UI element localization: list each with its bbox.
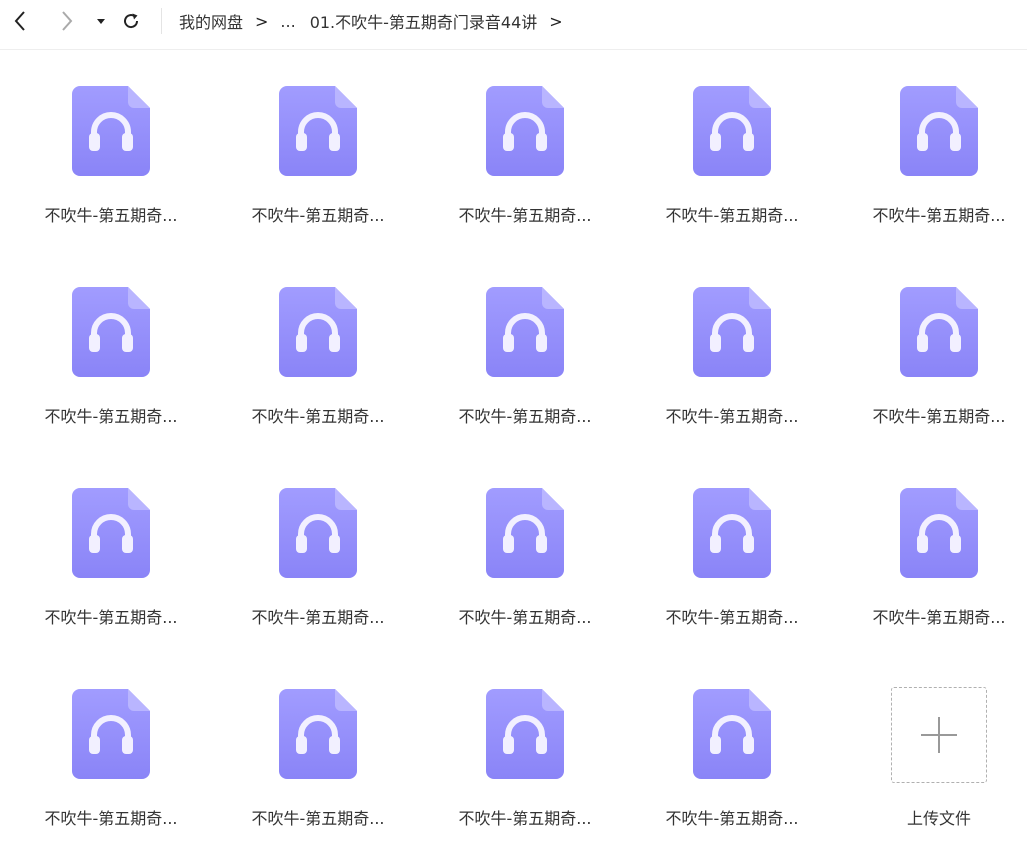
file-item[interactable]: 不吹牛-第五期奇...: [637, 452, 827, 632]
file-name: 不吹牛-第五期奇...: [251, 407, 385, 426]
audio-file-icon: [693, 86, 771, 176]
audio-file-icon: [72, 287, 150, 377]
file-name: 不吹牛-第五期奇...: [44, 809, 178, 828]
file-name: 不吹牛-第五期奇...: [458, 608, 592, 627]
chevron-left-icon: [14, 11, 25, 31]
upload-label: 上传文件: [906, 809, 971, 828]
breadcrumb-ellipsis[interactable]: ...: [280, 12, 295, 31]
audio-file-icon: [72, 488, 150, 578]
audio-file-icon: [486, 287, 564, 377]
file-item[interactable]: 不吹牛-第五期奇...: [16, 50, 206, 230]
audio-file-icon: [486, 488, 564, 578]
file-item[interactable]: 不吹牛-第五期奇...: [844, 50, 1027, 230]
file-name: 不吹牛-第五期奇...: [44, 407, 178, 426]
file-item[interactable]: 不吹牛-第五期奇...: [430, 653, 620, 833]
file-item[interactable]: 不吹牛-第五期奇...: [223, 50, 413, 230]
audio-file-icon: [693, 689, 771, 779]
file-name: 不吹牛-第五期奇...: [665, 407, 799, 426]
file-item[interactable]: 不吹牛-第五期奇...: [223, 452, 413, 632]
file-name: 不吹牛-第五期奇...: [458, 809, 592, 828]
audio-file-icon: [279, 488, 357, 578]
file-item[interactable]: 不吹牛-第五期奇...: [16, 653, 206, 833]
file-item[interactable]: 不吹牛-第五期奇...: [844, 452, 1027, 632]
audio-file-icon: [486, 86, 564, 176]
upload-button[interactable]: [891, 687, 987, 783]
audio-file-icon: [72, 689, 150, 779]
refresh-button[interactable]: [119, 8, 143, 34]
caret-down-icon: [97, 19, 105, 24]
audio-file-icon: [279, 86, 357, 176]
file-name: 不吹牛-第五期奇...: [665, 809, 799, 828]
audio-file-icon: [72, 86, 150, 176]
breadcrumb-separator: >: [255, 11, 269, 31]
toolbar-divider: [161, 8, 162, 34]
history-dropdown-button[interactable]: [89, 8, 113, 34]
file-name: 不吹牛-第五期奇...: [251, 809, 385, 828]
breadcrumb-separator: >: [549, 11, 563, 31]
audio-file-icon: [900, 86, 978, 176]
upload-file-item[interactable]: 上传文件: [844, 653, 1027, 833]
forward-button[interactable]: [55, 8, 79, 34]
audio-file-icon: [900, 488, 978, 578]
file-item[interactable]: 不吹牛-第五期奇...: [16, 251, 206, 431]
file-name: 不吹牛-第五期奇...: [458, 407, 592, 426]
file-item[interactable]: 不吹牛-第五期奇...: [430, 251, 620, 431]
audio-file-icon: [693, 287, 771, 377]
file-item[interactable]: 不吹牛-第五期奇...: [844, 251, 1027, 431]
file-name: 不吹牛-第五期奇...: [458, 206, 592, 225]
file-item[interactable]: 不吹牛-第五期奇...: [223, 251, 413, 431]
audio-file-icon: [279, 287, 357, 377]
file-item[interactable]: 不吹牛-第五期奇...: [223, 653, 413, 833]
breadcrumb-root[interactable]: 我的网盘: [179, 9, 243, 33]
file-name: 不吹牛-第五期奇...: [251, 608, 385, 627]
audio-file-icon: [693, 488, 771, 578]
breadcrumb: 我的网盘 > ... 01.不吹牛-第五期奇门录音44讲 >: [179, 8, 575, 34]
back-button[interactable]: [8, 8, 32, 34]
file-item[interactable]: 不吹牛-第五期奇...: [637, 653, 827, 833]
refresh-icon: [124, 13, 139, 29]
file-item[interactable]: 不吹牛-第五期奇...: [637, 50, 827, 230]
chevron-right-icon: [62, 11, 73, 31]
file-name: 不吹牛-第五期奇...: [872, 407, 1006, 426]
file-name: 不吹牛-第五期奇...: [872, 608, 1006, 627]
file-item[interactable]: 不吹牛-第五期奇...: [430, 452, 620, 632]
breadcrumb-current[interactable]: 01.不吹牛-第五期奇门录音44讲: [310, 9, 538, 33]
audio-file-icon: [900, 287, 978, 377]
toolbar: 我的网盘 > ... 01.不吹牛-第五期奇门录音44讲 >: [0, 0, 1027, 50]
file-name: 不吹牛-第五期奇...: [251, 206, 385, 225]
file-grid: 不吹牛-第五期奇... 不吹牛-第五期奇... 不吹牛-第五期奇... 不吹牛-…: [0, 50, 1027, 850]
file-name: 不吹牛-第五期奇...: [44, 608, 178, 627]
audio-file-icon: [486, 689, 564, 779]
file-item[interactable]: 不吹牛-第五期奇...: [16, 452, 206, 632]
file-name: 不吹牛-第五期奇...: [872, 206, 1006, 225]
file-name: 不吹牛-第五期奇...: [665, 608, 799, 627]
file-item[interactable]: 不吹牛-第五期奇...: [430, 50, 620, 230]
file-item[interactable]: 不吹牛-第五期奇...: [637, 251, 827, 431]
file-name: 不吹牛-第五期奇...: [44, 206, 178, 225]
plus-icon: [921, 717, 957, 753]
audio-file-icon: [279, 689, 357, 779]
file-name: 不吹牛-第五期奇...: [665, 206, 799, 225]
